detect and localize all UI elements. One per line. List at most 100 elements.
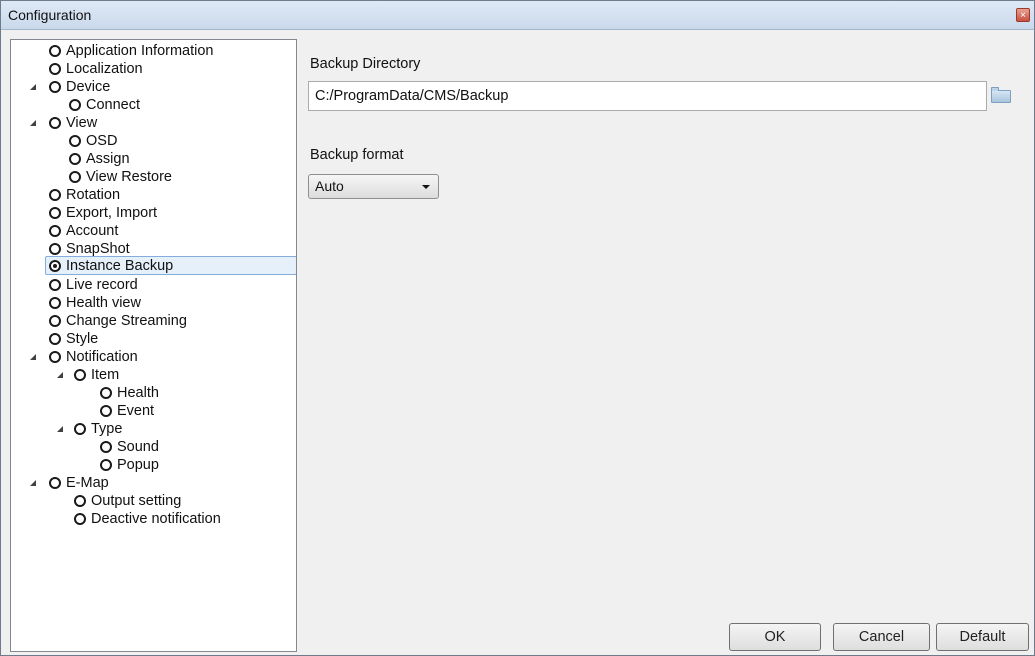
tree-item-label: Rotation: [66, 187, 121, 203]
expand-arrow-icon[interactable]: [30, 120, 36, 126]
radio-icon: [49, 225, 61, 237]
tree-item-item[interactable]: Item: [11, 366, 281, 384]
backup-format-label: Backup format: [310, 147, 404, 163]
close-icon: ×: [1020, 10, 1026, 21]
radio-icon: [69, 171, 81, 183]
tree-item-label: View Restore: [86, 169, 172, 185]
expand-arrow-icon[interactable]: [30, 84, 36, 90]
tree-item-rotation[interactable]: Rotation: [11, 186, 281, 204]
radio-icon: [100, 387, 112, 399]
tree-item-label: Account: [66, 223, 119, 239]
expand-arrow-icon[interactable]: [57, 426, 63, 432]
tree-item-e-map[interactable]: E-Map: [11, 474, 281, 492]
tree-item-label: Instance Backup: [66, 258, 174, 274]
tree-item-device[interactable]: Device: [11, 78, 281, 96]
configuration-window: Configuration × Application Information …: [0, 0, 1035, 656]
default-button[interactable]: Default: [936, 623, 1029, 651]
settings-tree[interactable]: Application Information Localization Dev…: [10, 39, 297, 652]
radio-icon: [74, 513, 86, 525]
tree-item-application-information[interactable]: Application Information: [11, 42, 281, 60]
radio-icon: [100, 459, 112, 471]
tree-item-label: Style: [66, 331, 99, 347]
title-bar: Configuration ×: [1, 1, 1034, 30]
tree-item-label: Export, Import: [66, 205, 158, 221]
radio-icon: [49, 477, 61, 489]
backup-directory-input[interactable]: [308, 81, 987, 111]
tree-item-live-record[interactable]: Live record: [11, 276, 281, 294]
radio-icon: [49, 279, 61, 291]
radio-icon: [100, 441, 112, 453]
radio-icon: [74, 423, 86, 435]
backup-directory-label: Backup Directory: [310, 56, 421, 72]
radio-icon: [49, 207, 61, 219]
expand-arrow-icon[interactable]: [30, 354, 36, 360]
tree-item-account[interactable]: Account: [11, 222, 281, 240]
tree-item-view[interactable]: View: [11, 114, 281, 132]
radio-icon: [74, 495, 86, 507]
radio-icon: [49, 117, 61, 129]
tree-item-label: Connect: [86, 97, 141, 113]
cancel-button[interactable]: Cancel: [833, 623, 930, 651]
tree-item-label: Device: [66, 79, 111, 95]
folder-icon: [991, 87, 1011, 103]
window-title: Configuration: [8, 7, 92, 23]
chevron-down-icon: [422, 185, 430, 189]
tree-item-notification[interactable]: Notification: [11, 348, 281, 366]
tree-item-instance-backup[interactable]: Instance Backup: [45, 256, 296, 275]
tree-item-deactive-notification[interactable]: Deactive notification: [11, 510, 281, 528]
radio-icon: [69, 153, 81, 165]
radio-icon: [49, 45, 61, 57]
tree-item-label: Health: [117, 385, 159, 401]
tree-item-label: Health view: [66, 295, 141, 311]
tree-item-output-setting[interactable]: Output setting: [11, 492, 281, 510]
tree-item-label: E-Map: [66, 475, 109, 491]
tree-item-change-streaming[interactable]: Change Streaming: [11, 312, 281, 330]
backup-format-value: Auto: [315, 178, 344, 194]
tree-item-label: Change Streaming: [66, 313, 187, 329]
radio-icon: [49, 297, 61, 309]
tree-item-label: Sound: [117, 439, 159, 455]
tree-item-localization[interactable]: Localization: [11, 60, 281, 78]
expand-arrow-icon[interactable]: [30, 480, 36, 486]
radio-icon: [100, 405, 112, 417]
tree-item-label: Event: [117, 403, 155, 419]
tree-item-label: Localization: [66, 61, 143, 77]
expand-arrow-icon[interactable]: [57, 372, 63, 378]
backup-format-select[interactable]: Auto: [308, 174, 439, 199]
tree-item-assign[interactable]: Assign: [11, 150, 281, 168]
tree-item-event[interactable]: Event: [11, 402, 281, 420]
radio-icon: [49, 243, 61, 255]
radio-icon: [49, 81, 61, 93]
tree-item-label: Live record: [66, 277, 138, 293]
tree-item-label: View: [66, 115, 98, 131]
tree-item-health[interactable]: Health: [11, 384, 281, 402]
tree-item-sound[interactable]: Sound: [11, 438, 281, 456]
radio-icon: [49, 351, 61, 363]
tree-item-label: Popup: [117, 457, 159, 473]
tree-item-export-import[interactable]: Export, Import: [11, 204, 281, 222]
tree-item-label: Output setting: [91, 493, 182, 509]
radio-icon: [69, 135, 81, 147]
radio-icon: [49, 189, 61, 201]
radio-icon: [74, 369, 86, 381]
radio-icon: [69, 99, 81, 111]
radio-icon: [49, 315, 61, 327]
tree-item-connect[interactable]: Connect: [11, 96, 281, 114]
browse-folder-button[interactable]: [991, 87, 1013, 105]
tree-item-style[interactable]: Style: [11, 330, 281, 348]
ok-button[interactable]: OK: [729, 623, 821, 651]
tree-item-osd[interactable]: OSD: [11, 132, 281, 150]
tree-item-label: Assign: [86, 151, 130, 167]
tree-item-label: Application Information: [66, 43, 214, 59]
radio-icon: [49, 63, 61, 75]
tree-item-popup[interactable]: Popup: [11, 456, 281, 474]
tree-item-label: Notification: [66, 349, 138, 365]
tree-item-label: Deactive notification: [91, 511, 221, 527]
tree-item-label: Item: [91, 367, 120, 383]
tree-item-view-restore[interactable]: View Restore: [11, 168, 281, 186]
close-button[interactable]: ×: [1016, 8, 1030, 22]
tree-item-label: Type: [91, 421, 123, 437]
radio-icon: [49, 333, 61, 345]
tree-item-type[interactable]: Type: [11, 420, 281, 438]
tree-item-health-view[interactable]: Health view: [11, 294, 281, 312]
